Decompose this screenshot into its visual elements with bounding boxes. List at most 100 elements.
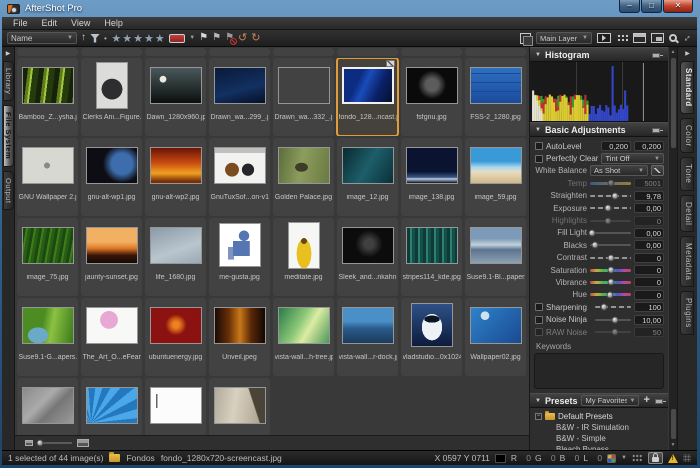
proof-grid-icon[interactable] [632,454,643,462]
thumbnail-cell[interactable] [145,378,206,435]
thumbnail-cell[interactable] [17,378,78,435]
thumbnail-cell[interactable]: image_75.jpg [17,218,78,296]
thumbnail-cell[interactable]: gnu-alt-wp2.jpg [145,138,206,216]
preset-collection-dropdown[interactable]: My Favorites▼ [581,395,639,406]
star-icon[interactable]: ★ [155,33,165,45]
collapse-left-panel-icon[interactable]: ▶ [2,47,14,57]
value-field-saturation[interactable]: 0 [634,265,664,275]
checkbox-raw-noise[interactable] [535,328,543,336]
tab-library[interactable]: Library [3,61,14,101]
collapse-icon[interactable]: ▼ [535,127,541,133]
thumbnail-view-icon[interactable] [616,33,628,43]
slider-raw-noise[interactable] [595,331,631,333]
value-field-fill-light[interactable]: 0,00 [634,228,664,238]
presets-header[interactable]: ▼ Presets My Favorites▼ + [530,393,668,408]
thumbnail-cell[interactable]: The_Art_O...eFear.jpg [81,298,142,376]
checkbox-autolevel[interactable] [535,142,543,150]
thumbnail-cell[interactable] [17,48,78,56]
dropdown-perfectly-clear[interactable]: Tint Off▼ [601,153,664,164]
thumbnail-size-slider[interactable] [38,442,72,444]
expand-icon[interactable]: − [535,413,542,420]
tab-tone[interactable]: Tone [680,157,694,190]
slider-knob[interactable] [601,304,608,311]
split-view-icon[interactable] [651,33,664,43]
slider-straighten[interactable] [590,195,631,197]
checkbox-perfectly-clear[interactable] [535,155,543,163]
thumbnail-cell[interactable]: vista-wall...r-dock.jpg [337,298,398,376]
dropdown-white-balance[interactable]: As Shot▼ [590,165,648,176]
slider-knob[interactable] [37,440,44,447]
value-field-blacks[interactable]: 0,00 [634,240,664,250]
thumbnail-cell[interactable]: FSS-2_1280.jpg [465,58,526,136]
thumbnail-cell[interactable]: vladstudio...0x1024.jpg [401,298,462,376]
value-field-vibrance[interactable]: 0 [634,277,664,287]
value-field-autolevel[interactable]: 0,200 [634,141,664,151]
slider-knob[interactable] [592,242,599,249]
single-view-icon[interactable] [633,33,646,43]
tab-color[interactable]: Color [680,118,694,154]
star-icon[interactable]: ★ [144,33,154,45]
thumbnail-cell[interactable]: Dawn_1280x960.jpg [145,58,206,136]
slider-sharpening[interactable] [595,306,631,308]
thumbnail-cell[interactable]: fsfgnu.jpg [401,58,462,136]
slider-knob[interactable] [612,192,619,199]
tab-file-system[interactable]: File System [3,105,14,166]
thumbnail-cell[interactable]: vista-wall...h-tree.jpg [273,298,334,376]
value-field-exposure[interactable]: 0,00 [634,203,664,213]
small-thumbnails-icon[interactable] [25,440,33,446]
scroll-down-icon[interactable]: ▼ [671,440,676,450]
thumbnail-cell[interactable] [145,48,206,56]
thumbnail-cell[interactable]: Suse9.1-G...apers.jpg [17,298,78,376]
keywords-input[interactable] [534,353,664,389]
slider-noise-ninja[interactable] [595,319,631,321]
thumbnail-cell[interactable]: jaunty-sunset.jpg [81,218,142,296]
thumbnail-cell[interactable]: Unveil.jpeg [209,298,270,376]
pin-icon[interactable] [654,397,663,405]
menu-help[interactable]: Help [97,18,130,28]
fullscreen-icon[interactable]: ↔ [680,31,694,45]
slider-knob[interactable] [608,180,615,187]
large-thumbnails-icon[interactable] [77,439,89,447]
thumbnail-cell[interactable]: Bamboo_Z...ysha.jpg [17,58,78,136]
menu-view[interactable]: View [64,18,97,28]
thumbnail-cell[interactable]: image_59.jpg [465,138,526,216]
thumbnail-cell[interactable]: GNU Wallpaper 2.jpg [17,138,78,216]
value-field-contrast[interactable]: 0 [634,253,664,263]
slider-knob[interactable] [606,291,613,298]
thumbnail-cell[interactable] [401,48,462,56]
tab-detail[interactable]: Detail [680,195,694,232]
thumbnail-cell[interactable]: gnu-alt-wp1.jpg [81,138,142,216]
resize-grip[interactable] [683,454,691,462]
maximize-button[interactable]: □ [641,0,662,13]
thumbnail-cell[interactable] [465,48,526,56]
thumbnail-cell[interactable]: Sleek_and...nkahn.jpg [337,218,398,296]
preset-item-bleach-bypass[interactable]: Bleach Bypass [535,444,668,450]
filter-icon[interactable] [90,34,100,43]
slider-highlights[interactable] [590,220,631,222]
slider-knob[interactable] [589,229,596,236]
star-icon[interactable]: ★ [122,33,132,45]
value-field-hue[interactable]: 0 [634,290,664,300]
chevron-down-icon[interactable]: ▼ [189,35,195,41]
pin-icon[interactable] [651,51,663,59]
slideshow-icon[interactable] [597,33,611,43]
tab-output[interactable]: Output [3,171,14,211]
lock-button[interactable] [648,452,663,464]
add-preset-button[interactable]: + [643,395,649,406]
menu-edit[interactable]: Edit [35,18,65,28]
slider-contrast[interactable] [590,257,631,259]
close-button[interactable]: ✕ [663,0,693,13]
collapse-icon[interactable]: ▼ [535,398,541,404]
star-icon[interactable]: ★ [111,33,121,45]
color-label-swatch[interactable] [169,34,185,43]
scroll-up-icon[interactable]: ▲ [671,47,676,57]
flag-review-icon[interactable]: ⚑ [212,33,221,43]
slider-vibrance[interactable] [590,281,631,284]
rating-none-icon[interactable]: • [104,34,107,43]
thumbnail-cell[interactable]: me-gusta.jpg [209,218,270,296]
magnifier-icon[interactable] [669,34,677,42]
thumbnail-cell[interactable] [209,378,270,435]
thumbnail-cell[interactable]: meditate.jpg [273,218,334,296]
sort-by-dropdown[interactable]: Name▼ [7,32,77,44]
thumbnail-cell[interactable]: image_12.jpg [337,138,398,216]
